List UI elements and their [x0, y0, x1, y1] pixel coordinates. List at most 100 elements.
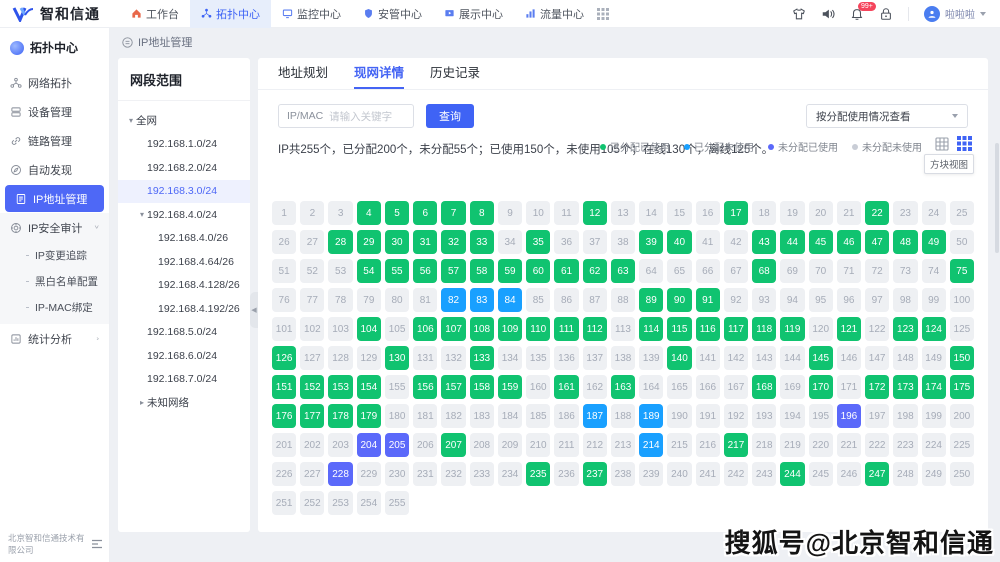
ip-cell-58[interactable]: 58 [470, 259, 494, 283]
ip-cell-112[interactable]: 112 [583, 317, 607, 341]
tree-node-192.168.3.0/24[interactable]: 192.168.3.0/24 [118, 180, 250, 204]
ip-cell-180[interactable]: 180 [385, 404, 409, 428]
tree-node-全网[interactable]: ▾全网 [118, 109, 250, 133]
ip-cell-75[interactable]: 75 [950, 259, 974, 283]
ip-cell-38[interactable]: 38 [611, 230, 635, 254]
ip-cell-59[interactable]: 59 [498, 259, 522, 283]
ip-cell-67[interactable]: 67 [724, 259, 748, 283]
lock-icon[interactable] [879, 7, 893, 21]
ip-cell-174[interactable]: 174 [922, 375, 946, 399]
ip-cell-229[interactable]: 229 [357, 462, 381, 486]
ip-cell-123[interactable]: 123 [893, 317, 917, 341]
ip-cell-25[interactable]: 25 [950, 201, 974, 225]
ip-cell-98[interactable]: 98 [893, 288, 917, 312]
ip-cell-207[interactable]: 207 [441, 433, 465, 457]
ip-cell-64[interactable]: 64 [639, 259, 663, 283]
ip-cell-169[interactable]: 169 [780, 375, 804, 399]
ip-cell-60[interactable]: 60 [526, 259, 550, 283]
ip-cell-41[interactable]: 41 [696, 230, 720, 254]
ip-cell-107[interactable]: 107 [441, 317, 465, 341]
ip-cell-143[interactable]: 143 [752, 346, 776, 370]
ip-cell-199[interactable]: 199 [922, 404, 946, 428]
ip-cell-185[interactable]: 185 [526, 404, 550, 428]
ip-cell-11[interactable]: 11 [554, 201, 578, 225]
ip-cell-219[interactable]: 219 [780, 433, 804, 457]
ip-cell-247[interactable]: 247 [865, 462, 889, 486]
ip-cell-99[interactable]: 99 [922, 288, 946, 312]
tree-node-未知网络[interactable]: ▸未知网络 [118, 391, 250, 415]
ip-cell-182[interactable]: 182 [441, 404, 465, 428]
ip-cell-126[interactable]: 126 [272, 346, 296, 370]
ip-cell-151[interactable]: 151 [272, 375, 296, 399]
ip-cell-197[interactable]: 197 [865, 404, 889, 428]
tree-node-192.168.4.0/24[interactable]: ▾192.168.4.0/24 [118, 203, 250, 227]
ip-cell-23[interactable]: 23 [893, 201, 917, 225]
ip-cell-94[interactable]: 94 [780, 288, 804, 312]
ip-cell-145[interactable]: 145 [809, 346, 833, 370]
ip-cell-146[interactable]: 146 [837, 346, 861, 370]
ip-cell-109[interactable]: 109 [498, 317, 522, 341]
ip-cell-83[interactable]: 83 [470, 288, 494, 312]
ip-cell-144[interactable]: 144 [780, 346, 804, 370]
ip-cell-225[interactable]: 225 [950, 433, 974, 457]
tree-node-192.168.7.0/24[interactable]: 192.168.7.0/24 [118, 368, 250, 392]
ip-cell-8[interactable]: 8 [470, 201, 494, 225]
block-view-icon[interactable] [957, 136, 972, 151]
ip-cell-17[interactable]: 17 [724, 201, 748, 225]
sidebar-item-自动发现[interactable]: 自动发现 [0, 155, 109, 184]
ip-cell-217[interactable]: 217 [724, 433, 748, 457]
ip-cell-116[interactable]: 116 [696, 317, 720, 341]
ip-cell-140[interactable]: 140 [667, 346, 691, 370]
ip-cell-214[interactable]: 214 [639, 433, 663, 457]
ip-cell-179[interactable]: 179 [357, 404, 381, 428]
ip-cell-70[interactable]: 70 [809, 259, 833, 283]
ip-cell-106[interactable]: 106 [413, 317, 437, 341]
ip-cell-51[interactable]: 51 [272, 259, 296, 283]
ip-cell-131[interactable]: 131 [413, 346, 437, 370]
ip-cell-203[interactable]: 203 [328, 433, 352, 457]
ip-cell-37[interactable]: 37 [583, 230, 607, 254]
ip-cell-164[interactable]: 164 [639, 375, 663, 399]
ip-cell-193[interactable]: 193 [752, 404, 776, 428]
ip-cell-230[interactable]: 230 [385, 462, 409, 486]
ip-cell-2[interactable]: 2 [300, 201, 324, 225]
ip-cell-155[interactable]: 155 [385, 375, 409, 399]
ip-cell-14[interactable]: 14 [639, 201, 663, 225]
ip-cell-142[interactable]: 142 [724, 346, 748, 370]
ip-cell-222[interactable]: 222 [865, 433, 889, 457]
ip-cell-24[interactable]: 24 [922, 201, 946, 225]
ip-cell-100[interactable]: 100 [950, 288, 974, 312]
ip-cell-32[interactable]: 32 [441, 230, 465, 254]
ip-cell-137[interactable]: 137 [583, 346, 607, 370]
ip-cell-69[interactable]: 69 [780, 259, 804, 283]
sidebar-item-网络拓扑[interactable]: 网络拓扑 [0, 68, 109, 97]
ip-cell-204[interactable]: 204 [357, 433, 381, 457]
apps-grid-icon[interactable] [597, 8, 609, 20]
ip-cell-119[interactable]: 119 [780, 317, 804, 341]
ip-cell-150[interactable]: 150 [950, 346, 974, 370]
ip-cell-55[interactable]: 55 [385, 259, 409, 283]
table-view-icon[interactable] [935, 137, 949, 151]
ip-cell-244[interactable]: 244 [780, 462, 804, 486]
sidebar-item-链路管理[interactable]: 链路管理 [0, 126, 109, 155]
ip-cell-183[interactable]: 183 [470, 404, 494, 428]
ip-cell-194[interactable]: 194 [780, 404, 804, 428]
ip-cell-62[interactable]: 62 [583, 259, 607, 283]
ip-cell-53[interactable]: 53 [328, 259, 352, 283]
ip-cell-186[interactable]: 186 [554, 404, 578, 428]
ip-cell-202[interactable]: 202 [300, 433, 324, 457]
nav-item-工作台[interactable]: 工作台 [120, 0, 190, 28]
search-input[interactable]: IP/MAC 请输入关键字 [278, 104, 414, 128]
ip-cell-85[interactable]: 85 [526, 288, 550, 312]
ip-cell-102[interactable]: 102 [300, 317, 324, 341]
ip-cell-66[interactable]: 66 [696, 259, 720, 283]
ip-cell-9[interactable]: 9 [498, 201, 522, 225]
ip-cell-178[interactable]: 178 [328, 404, 352, 428]
ip-cell-231[interactable]: 231 [413, 462, 437, 486]
ip-cell-97[interactable]: 97 [865, 288, 889, 312]
ip-cell-158[interactable]: 158 [470, 375, 494, 399]
ip-cell-129[interactable]: 129 [357, 346, 381, 370]
ip-cell-121[interactable]: 121 [837, 317, 861, 341]
ip-cell-154[interactable]: 154 [357, 375, 381, 399]
ip-cell-189[interactable]: 189 [639, 404, 663, 428]
